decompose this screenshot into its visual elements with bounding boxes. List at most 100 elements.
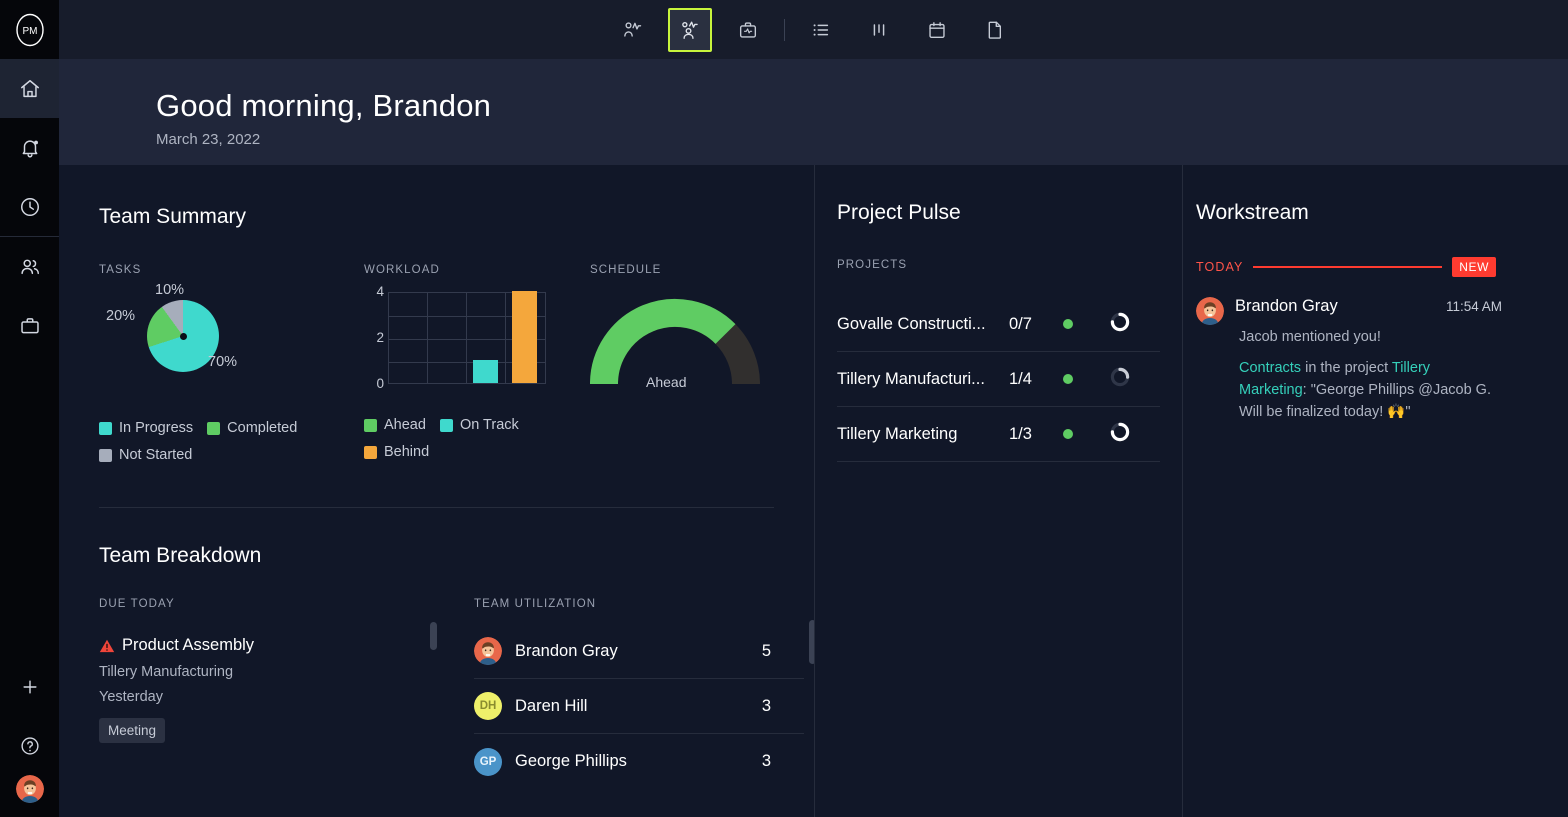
top-nav	[610, 7, 1017, 52]
team-breakdown-section: Team Breakdown DUE TODAY Product Assembl…	[59, 508, 816, 789]
progress-ring	[1109, 311, 1131, 338]
list-item[interactable]: GP George Phillips 3	[474, 734, 804, 789]
workload-legend: Ahead On Track Behind	[364, 417, 554, 460]
nav-list-view[interactable]	[799, 8, 843, 52]
due-today-scrollbar[interactable]	[430, 622, 437, 650]
grid-vline-3	[505, 293, 506, 383]
briefcase-pulse-icon	[739, 21, 757, 38]
task-card[interactable]: Product Assembly Tillery Manufacturing Y…	[99, 636, 429, 743]
nav-portfolio[interactable]	[726, 8, 770, 52]
new-badge: NEW	[1452, 257, 1496, 277]
pie-label-completed: 20%	[106, 308, 136, 324]
page-title: Good morning, Brandon	[156, 88, 492, 123]
legend-item-on-track: On Track	[439, 417, 519, 433]
calendar-icon	[929, 21, 945, 38]
left-column: Team Summary TASKS 10% 20% 70% In Progre…	[59, 165, 816, 817]
legend-item-in-progress: In Progress	[99, 420, 193, 436]
link-contracts[interactable]: Contracts	[1239, 360, 1301, 376]
avatar-icon	[474, 637, 502, 665]
question-circle-icon	[20, 736, 39, 755]
app-root: PM Good morning, Brandon March 23, 2022 …	[0, 0, 1568, 817]
list-item[interactable]: Brandon Gray 5	[474, 624, 804, 679]
bar-on-track	[473, 360, 498, 383]
schedule-label: SCHEDULE	[590, 264, 662, 276]
project-task-count: 1/3	[1009, 424, 1032, 443]
legend-label-on-track: On Track	[459, 417, 519, 433]
progress-ring-icon	[1110, 422, 1130, 441]
rail-item-help[interactable]	[0, 716, 59, 775]
ytick-0: 0	[376, 376, 384, 391]
legend-item-completed: Completed	[207, 420, 297, 436]
rail-item-notifications[interactable]	[0, 118, 59, 177]
team-utilization-column: TEAM UTILIZATION Brandon Gray 5 DH Daren…	[474, 598, 816, 789]
ytick-2: 2	[376, 330, 384, 345]
legend-label-behind: Behind	[384, 444, 430, 460]
legend-label-not-started: Not Started	[119, 447, 193, 463]
rail-item-time[interactable]	[0, 177, 59, 236]
message-mid: in the project	[1301, 360, 1392, 376]
legend-item-behind: Behind	[364, 444, 429, 460]
rail-item-portfolio[interactable]	[0, 296, 59, 355]
project-pulse-column: Project Pulse PROJECTS Govalle Construct…	[814, 165, 1182, 817]
nav-team[interactable]	[668, 7, 712, 52]
avatar-icon	[1196, 297, 1224, 325]
nav-calendar-view[interactable]	[915, 8, 959, 52]
nav-docs-view[interactable]	[973, 8, 1017, 52]
team-breakdown-title: Team Breakdown	[99, 544, 262, 567]
top-bar	[59, 0, 1568, 59]
briefcase-icon	[20, 317, 39, 333]
workstream-timestamp: 11:54 AM	[1445, 299, 1502, 314]
rail-item-add[interactable]	[0, 657, 59, 716]
warning-icon	[99, 639, 115, 652]
rail-item-people[interactable]	[0, 237, 59, 296]
team-summary-charts: TASKS 10% 20% 70% In Progress Completed …	[99, 264, 814, 463]
workload-label: WORKLOAD	[364, 264, 440, 276]
legend-label-in-progress: In Progress	[119, 420, 194, 436]
team-summary-section: Team Summary TASKS 10% 20% 70% In Progre…	[59, 165, 814, 463]
workstream-mention-line: Jacob mentioned you!	[1239, 329, 1381, 345]
clock-icon	[20, 197, 39, 216]
avatar	[474, 637, 502, 665]
due-today-column: DUE TODAY Product Assembly Tillery Manuf…	[99, 598, 437, 789]
legend-swatch-not-started	[99, 448, 112, 462]
pie-label-in-progress: 70%	[208, 354, 238, 370]
workstream-user: Brandon Gray	[1235, 297, 1338, 315]
tasks-legend: In Progress Completed Not Started	[99, 420, 349, 463]
legend-swatch-behind	[364, 445, 377, 459]
home-icon	[20, 79, 39, 97]
task-project: Tillery Manufacturing	[99, 664, 234, 680]
today-line	[1253, 266, 1443, 268]
member-task-count: 3	[761, 752, 771, 770]
project-pulse-section: Project Pulse PROJECTS Govalle Construct…	[815, 165, 1182, 462]
legend-swatch-completed	[207, 421, 221, 435]
workload-plot-area	[388, 291, 546, 384]
rail-user-avatar[interactable]	[15, 775, 44, 803]
legend-swatch-ahead	[364, 418, 377, 432]
utilization-list: Brandon Gray 5 DH Daren Hill 3 GP George…	[474, 624, 804, 789]
workstream-column: Workstream TODAY NEW Brandon Gray 11:54 …	[1182, 165, 1568, 817]
avatar-icon	[15, 775, 44, 803]
table-row[interactable]: Tillery Marketing 1/3	[837, 407, 1160, 462]
nav-my-work[interactable]	[610, 8, 654, 52]
list-item[interactable]: DH Daren Hill 3	[474, 679, 804, 734]
nav-board-view[interactable]	[857, 8, 901, 52]
workstream-message: Contracts in the project Tillery Marketi…	[1239, 357, 1497, 423]
list-item[interactable]: Brandon Gray 11:54 AM Jacob mentioned yo…	[1196, 297, 1568, 423]
document-icon	[988, 21, 1002, 39]
avatar: GP	[474, 747, 502, 776]
table-row[interactable]: Govalle Constructi... 0/7	[837, 297, 1160, 352]
columns-icon	[873, 23, 885, 36]
legend-item-ahead: Ahead	[364, 417, 426, 433]
table-row[interactable]: Tillery Manufacturi... 1/4	[837, 352, 1160, 407]
progress-ring	[1109, 366, 1131, 393]
task-tag[interactable]: Meeting	[99, 718, 166, 743]
app-logo[interactable]: PM	[0, 0, 59, 59]
current-date: March 23, 2022	[156, 131, 261, 148]
rail-item-home[interactable]	[0, 59, 59, 118]
project-task-count: 0/7	[1009, 314, 1032, 333]
workstream-section: Workstream TODAY NEW Brandon Gray 11:54 …	[1183, 165, 1568, 423]
workstream-item-body: Brandon Gray 11:54 AM Jacob mentioned yo…	[1235, 297, 1568, 423]
legend-label-ahead: Ahead	[384, 417, 426, 433]
task-title-row: Product Assembly	[99, 636, 429, 655]
workstream-title: Workstream	[1196, 201, 1309, 224]
